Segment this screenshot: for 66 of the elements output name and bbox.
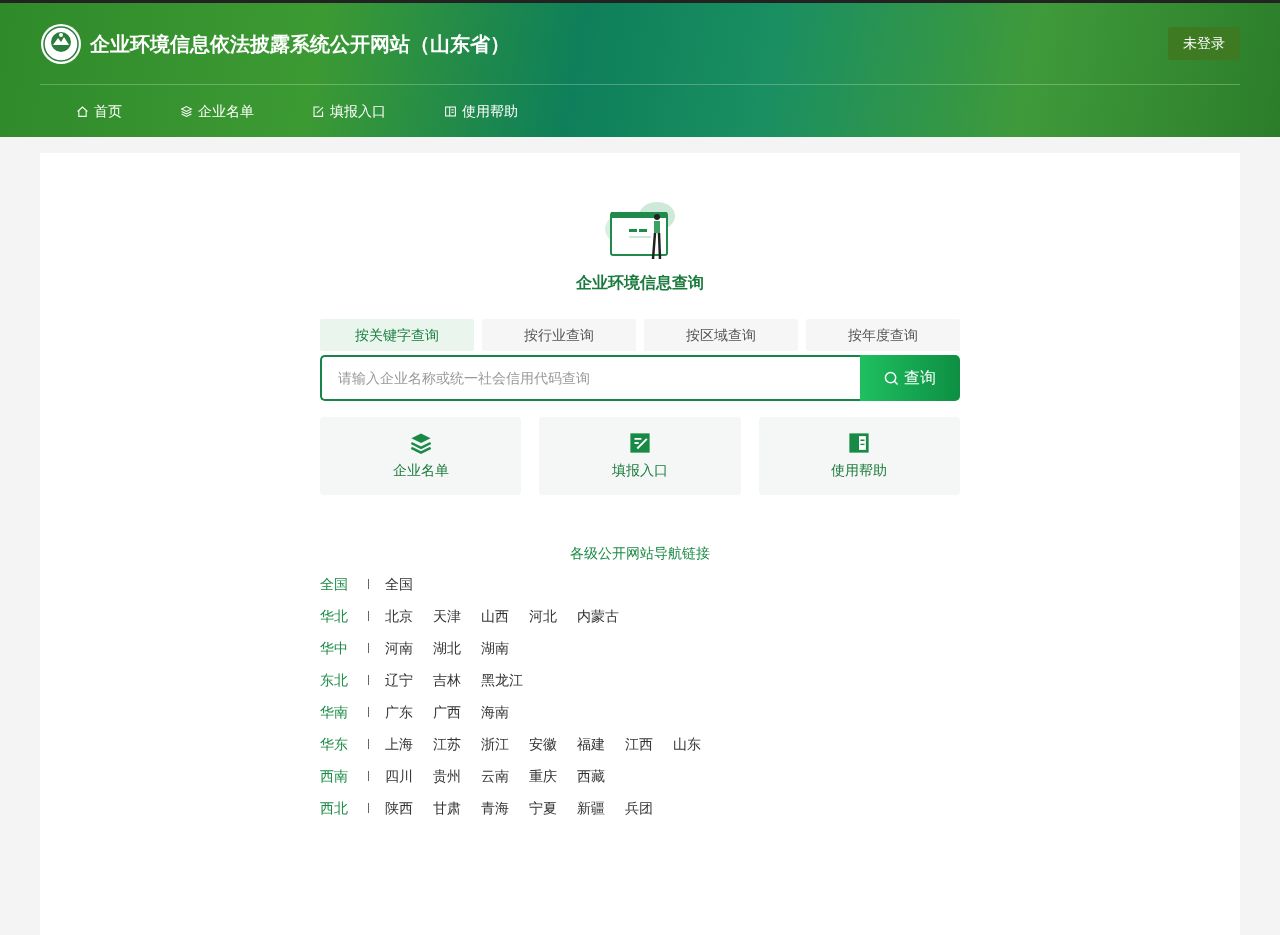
site-link[interactable]: 天津 bbox=[433, 605, 481, 627]
site-link[interactable]: 江苏 bbox=[433, 733, 481, 755]
site-link[interactable]: 安徽 bbox=[529, 733, 577, 755]
site-link[interactable]: 河北 bbox=[529, 605, 577, 627]
shortcut-card[interactable]: 使用帮助 bbox=[758, 417, 960, 495]
site-link[interactable]: 西藏 bbox=[577, 765, 625, 787]
login-button[interactable]: 未登录 bbox=[1168, 27, 1240, 60]
site-link[interactable]: 全国 bbox=[385, 573, 433, 595]
site-link[interactable]: 河南 bbox=[385, 637, 433, 659]
site-link[interactable]: 青海 bbox=[481, 797, 529, 819]
site-link[interactable]: 上海 bbox=[385, 733, 433, 755]
site-link[interactable]: 海南 bbox=[481, 701, 529, 723]
site-link[interactable]: 湖南 bbox=[481, 637, 529, 659]
site-link[interactable]: 广西 bbox=[433, 701, 481, 723]
site-link[interactable]: 湖北 bbox=[433, 637, 481, 659]
region-label: 西北 bbox=[320, 798, 349, 818]
edit-icon bbox=[312, 104, 325, 118]
region-label: 华中 bbox=[320, 638, 349, 658]
nav-link[interactable]: 填报入口 bbox=[312, 100, 386, 122]
site-link[interactable]: 黑龙江 bbox=[481, 669, 529, 691]
region-label: 华北 bbox=[320, 606, 349, 626]
site-link[interactable]: 甘肃 bbox=[433, 797, 481, 819]
site-title: 企业环境信息依法披露系统公开网站（山东省） bbox=[90, 30, 510, 58]
region-label: 华南 bbox=[320, 702, 349, 722]
site-link[interactable]: 兵团 bbox=[625, 797, 673, 819]
search-icon bbox=[884, 370, 899, 386]
layers-icon bbox=[180, 104, 193, 118]
emblem-logo bbox=[40, 22, 82, 65]
region-label: 全国 bbox=[320, 574, 349, 594]
site-link[interactable]: 新疆 bbox=[577, 797, 625, 819]
book-icon bbox=[848, 431, 871, 454]
site-link[interactable]: 四川 bbox=[385, 765, 433, 787]
section-title: 企业环境信息查询 bbox=[576, 272, 704, 294]
region-label: 东北 bbox=[320, 670, 349, 690]
book-icon bbox=[444, 104, 457, 118]
query-tab[interactable]: 按关键字查询 bbox=[320, 319, 474, 351]
region-label: 西南 bbox=[320, 766, 349, 786]
region-label: 华东 bbox=[320, 734, 349, 754]
shortcut-card[interactable]: 填报入口 bbox=[539, 417, 741, 495]
site-link[interactable]: 福建 bbox=[577, 733, 625, 755]
query-tab[interactable]: 按年度查询 bbox=[806, 319, 960, 351]
site-link[interactable]: 山西 bbox=[481, 605, 529, 627]
site-link[interactable]: 陕西 bbox=[385, 797, 433, 819]
site-link[interactable]: 辽宁 bbox=[385, 669, 433, 691]
search-field[interactable]: 请输入企业名称或统一社会信用代码查询 bbox=[320, 355, 860, 401]
query-tab[interactable]: 按行业查询 bbox=[482, 319, 636, 351]
site-link[interactable]: 北京 bbox=[385, 605, 433, 627]
site-link[interactable]: 云南 bbox=[481, 765, 529, 787]
site-link[interactable]: 江西 bbox=[625, 733, 673, 755]
nav-link[interactable]: 首页 bbox=[76, 100, 122, 122]
site-link[interactable]: 贵州 bbox=[433, 765, 481, 787]
query-tab[interactable]: 按区域查询 bbox=[644, 319, 798, 351]
site-link[interactable]: 吉林 bbox=[433, 669, 481, 691]
home-icon bbox=[76, 104, 89, 118]
shortcut-card[interactable]: 企业名单 bbox=[320, 417, 522, 495]
layers-icon bbox=[409, 431, 432, 454]
edit-icon bbox=[629, 431, 651, 454]
site-link[interactable]: 重庆 bbox=[529, 765, 577, 787]
site-link[interactable]: 广东 bbox=[385, 701, 433, 723]
site-link[interactable]: 浙江 bbox=[481, 733, 529, 755]
site-link[interactable]: 山东 bbox=[673, 733, 721, 755]
nav-link[interactable]: 使用帮助 bbox=[444, 100, 518, 122]
site-link[interactable]: 宁夏 bbox=[529, 797, 577, 819]
nav-link[interactable]: 企业名单 bbox=[180, 100, 254, 122]
links-heading: 各级公开网站导航链接 bbox=[569, 544, 711, 563]
site-link[interactable]: 内蒙古 bbox=[577, 605, 625, 627]
